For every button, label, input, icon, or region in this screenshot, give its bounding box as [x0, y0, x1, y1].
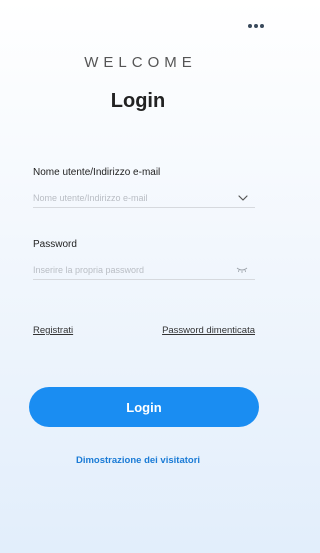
more-dot-icon [248, 24, 252, 28]
register-link[interactable]: Registrati [33, 325, 73, 336]
username-input[interactable] [33, 189, 255, 208]
password-label: Password [33, 239, 77, 250]
eye-closed-icon[interactable] [236, 266, 248, 274]
more-options-button[interactable] [246, 20, 266, 32]
visitor-demo-link[interactable]: Dimostrazione dei visitatori [0, 455, 276, 466]
username-label: Nome utente/Indirizzo e-mail [33, 167, 161, 178]
chevron-down-icon[interactable] [237, 193, 249, 203]
password-input[interactable] [33, 261, 255, 280]
more-dot-icon [254, 24, 258, 28]
more-dot-icon [260, 24, 264, 28]
forgot-password-link[interactable]: Password dimenticata [162, 325, 255, 336]
login-button[interactable]: Login [29, 387, 259, 427]
welcome-heading: WELCOME [84, 54, 197, 71]
page-title: Login [110, 90, 166, 112]
